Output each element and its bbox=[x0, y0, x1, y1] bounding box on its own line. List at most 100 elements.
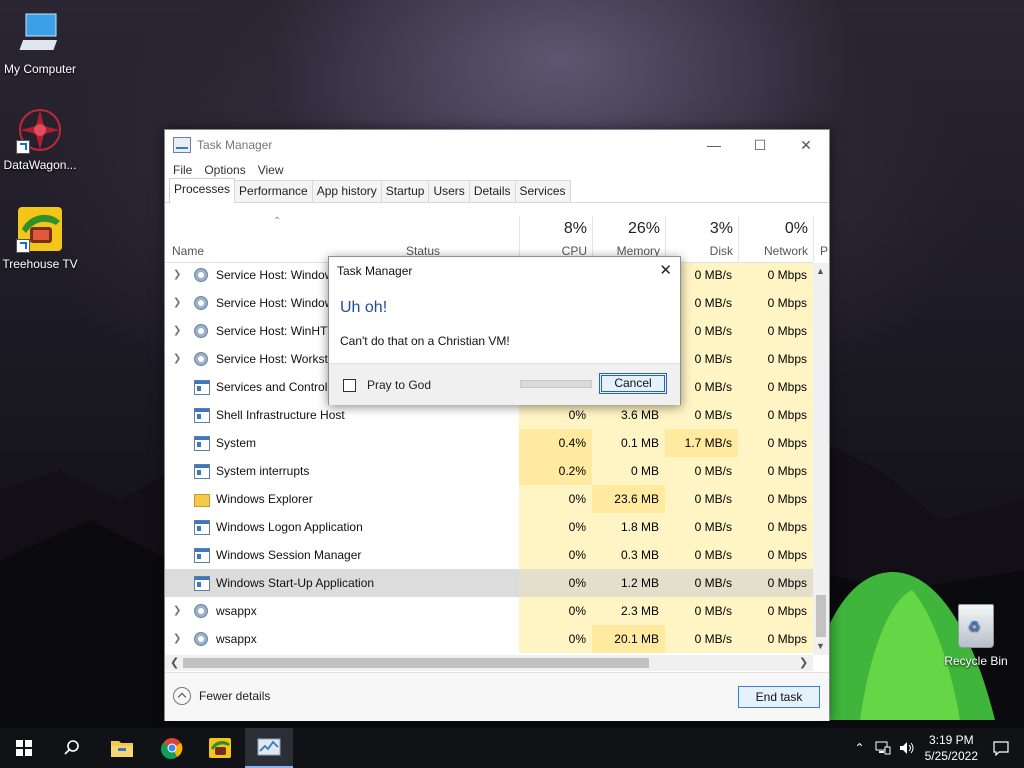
taskbar-chrome[interactable] bbox=[148, 728, 196, 768]
file-explorer-icon bbox=[111, 741, 133, 757]
dialog-title: Task Manager bbox=[337, 264, 413, 278]
cancel-button[interactable]: Cancel bbox=[599, 373, 667, 394]
scroll-right-icon[interactable]: ❯ bbox=[799, 656, 808, 669]
chevron-right-icon[interactable]: ❯ bbox=[173, 325, 181, 336]
disk-total-percent: 3% bbox=[709, 220, 733, 237]
horizontal-scroll-thumb[interactable] bbox=[183, 658, 649, 668]
table-row[interactable]: System 0.4% 0.1 MB 1.7 MB/s 0 Mbps bbox=[165, 429, 813, 457]
table-row[interactable]: ❯ wsappx 0% 2.3 MB 0 MB/s 0 Mbps bbox=[165, 597, 813, 625]
tab-app-history[interactable]: App history bbox=[311, 180, 382, 202]
network-cell: 0 Mbps bbox=[738, 289, 813, 317]
tab-services[interactable]: Services bbox=[514, 180, 571, 202]
table-row[interactable]: Windows Session Manager 0% 0.3 MB 0 MB/s 0 M… bbox=[165, 541, 813, 569]
treehouse-tv-icon bbox=[16, 205, 64, 253]
scroll-up-icon[interactable]: ▲ bbox=[816, 266, 825, 276]
gear-icon bbox=[194, 268, 208, 282]
column-header-network[interactable]: 0% Network bbox=[738, 216, 814, 262]
fewer-details-button[interactable]: Fewer details bbox=[173, 687, 270, 705]
horizontal-scrollbar[interactable]: ❮ ❯ bbox=[165, 655, 813, 671]
network-cell: 0 Mbps bbox=[738, 625, 813, 653]
close-button[interactable]: ✕ bbox=[783, 130, 829, 160]
network-cell: 0 Mbps bbox=[738, 569, 813, 597]
clock[interactable]: 3:19 PM 5/25/2022 bbox=[925, 732, 978, 764]
table-row[interactable]: Windows Explorer 0% 23.6 MB 0 MB/s 0 Mbps bbox=[165, 485, 813, 513]
notification-icon bbox=[993, 741, 1009, 756]
taskbar-task-manager[interactable] bbox=[245, 728, 293, 768]
chrome-icon bbox=[161, 738, 183, 759]
vertical-scroll-thumb[interactable] bbox=[816, 595, 826, 637]
volume-icon[interactable] bbox=[899, 741, 915, 755]
menu-options[interactable]: Options bbox=[198, 163, 251, 177]
chevron-right-icon[interactable]: ❯ bbox=[173, 633, 181, 644]
gear-icon bbox=[194, 604, 208, 618]
table-row[interactable]: System interrupts 0.2% 0 MB 0 MB/s 0 Mbps bbox=[165, 457, 813, 485]
window-icon bbox=[194, 576, 210, 591]
table-row[interactable]: Windows Logon Application 0% 1.8 MB 0 MB/s 0… bbox=[165, 513, 813, 541]
tab-processes[interactable]: Processes bbox=[169, 178, 236, 203]
network-cell: 0 Mbps bbox=[738, 345, 813, 373]
table-row[interactable]: Windows Start-Up Application 0% 1.2 MB 0 MB… bbox=[165, 569, 813, 597]
desktop-icon-datawagon[interactable]: DataWagon... bbox=[0, 106, 80, 172]
chevron-up-icon[interactable]: ⌃ bbox=[855, 741, 865, 755]
chevron-up-icon bbox=[173, 687, 191, 705]
pray-checkbox-label[interactable]: Pray to God bbox=[367, 378, 431, 392]
start-button[interactable] bbox=[0, 728, 48, 768]
disk-cell: 0 MB/s bbox=[665, 569, 738, 597]
cpu-total-percent: 8% bbox=[563, 220, 587, 237]
desktop-icon-treehouse-tv[interactable]: Treehouse TV bbox=[0, 205, 80, 271]
memory-cell: 20.1 MB bbox=[592, 625, 665, 653]
chevron-right-icon[interactable]: ❯ bbox=[173, 269, 181, 280]
error-dialog: Task Manager ✕ Uh oh! Can't do that on a… bbox=[328, 256, 681, 405]
process-name: Windows Logon Application bbox=[216, 520, 363, 534]
notification-button[interactable] bbox=[978, 728, 1024, 768]
network-cell: 0 Mbps bbox=[738, 597, 813, 625]
tab-performance[interactable]: Performance bbox=[234, 180, 313, 202]
start-icon bbox=[16, 740, 32, 756]
network-cell: 0 Mbps bbox=[738, 485, 813, 513]
cpu-cell: 0% bbox=[519, 401, 592, 429]
end-task-button[interactable]: End task bbox=[738, 686, 820, 708]
column-header-power[interactable]: P bbox=[813, 216, 830, 262]
table-row[interactable]: ❯ wsappx 0% 20.1 MB 0 MB/s 0 Mbps bbox=[165, 625, 813, 653]
gear-icon bbox=[194, 296, 208, 310]
window-title: Task Manager bbox=[197, 138, 273, 152]
disk-column-label: Disk bbox=[709, 244, 733, 258]
memory-cell: 1.2 MB bbox=[592, 569, 665, 597]
chevron-right-icon[interactable]: ❯ bbox=[173, 353, 181, 364]
desktop-icon-label: Treehouse TV bbox=[2, 257, 78, 271]
maximize-button[interactable]: ☐ bbox=[737, 130, 783, 160]
taskbar-treehouse-tv[interactable] bbox=[196, 728, 244, 768]
tab-users[interactable]: Users bbox=[428, 180, 470, 202]
desktop-icon-my-computer[interactable]: My Computer bbox=[0, 10, 80, 76]
memory-cell: 1.8 MB bbox=[592, 513, 665, 541]
chevron-right-icon[interactable]: ❯ bbox=[173, 605, 181, 616]
scroll-down-icon[interactable]: ▼ bbox=[816, 641, 825, 651]
task-manager-icon bbox=[257, 738, 281, 756]
tab-details[interactable]: Details bbox=[468, 180, 516, 202]
cpu-cell: 0% bbox=[519, 485, 592, 513]
process-name: System interrupts bbox=[216, 464, 310, 478]
tab-startup[interactable]: Startup bbox=[380, 180, 430, 202]
process-name: Shell Infrastructure Host bbox=[216, 408, 345, 422]
pray-checkbox[interactable] bbox=[343, 379, 356, 392]
cpu-cell: 0.4% bbox=[519, 429, 592, 457]
scroll-left-icon[interactable]: ❮ bbox=[170, 656, 179, 669]
search-button[interactable] bbox=[48, 728, 96, 768]
task-manager-icon bbox=[173, 137, 191, 153]
process-name: Windows Explorer bbox=[216, 492, 313, 506]
process-name: Windows Session Manager bbox=[216, 548, 362, 562]
title-bar[interactable]: Task Manager — ☐ ✕ bbox=[165, 130, 829, 160]
network-icon[interactable] bbox=[875, 741, 891, 755]
taskbar-file-explorer[interactable] bbox=[98, 728, 146, 768]
menu-view[interactable]: View bbox=[252, 163, 290, 177]
menu-file[interactable]: File bbox=[167, 163, 198, 177]
datawagon-icon bbox=[16, 106, 64, 154]
recycle-bin-label: Recycle Bin bbox=[944, 654, 1008, 668]
dialog-close-icon[interactable]: ✕ bbox=[659, 261, 672, 279]
desktop-icon-recycle-bin[interactable]: Recycle Bin bbox=[940, 604, 1012, 668]
vertical-scrollbar[interactable]: ▲ ▼ bbox=[813, 263, 829, 655]
chevron-right-icon[interactable]: ❯ bbox=[173, 297, 181, 308]
dialog-message: Can't do that on a Christian VM! bbox=[340, 334, 510, 348]
minimize-button[interactable]: — bbox=[691, 130, 737, 160]
table-row[interactable]: Shell Infrastructure Host 0% 3.6 MB 0 MB/s 0… bbox=[165, 401, 813, 429]
